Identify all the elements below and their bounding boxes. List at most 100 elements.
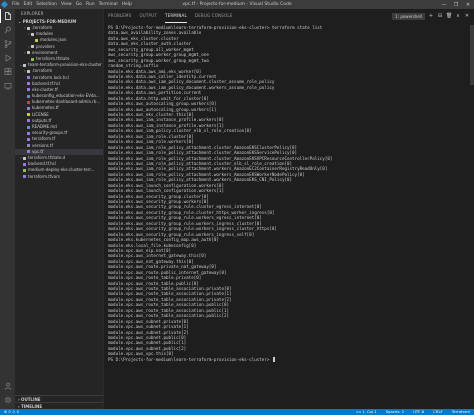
terminal-line-text: module.eks.aws_autoscaling_group.workers…	[108, 101, 217, 107]
file-icon	[27, 137, 30, 141]
terminal-line-text: PS D:\Projects-for-medium\learn-terrafor…	[108, 356, 272, 362]
scrollbar-thumb[interactable]	[470, 25, 474, 85]
terminal-line-text: aws_security_group.worker_group_mgmt_one	[108, 52, 209, 58]
file-icon	[27, 131, 30, 135]
account-icon[interactable]	[0, 379, 15, 393]
file-icon	[27, 76, 30, 80]
tab-output[interactable]: OUTPUT	[139, 9, 157, 23]
file-icon	[27, 82, 30, 86]
cursor-position[interactable]: Ln 1, Col 1	[356, 409, 376, 415]
file-icon	[27, 94, 30, 98]
extensions-icon[interactable]	[0, 65, 15, 79]
terminal-line-text: module.vpc.aws_route_table.private[0]	[108, 275, 202, 281]
terminal-line-text: module.vpc.aws_route_table_association.p…	[108, 313, 230, 319]
split-terminal-icon[interactable]: ⊟	[437, 13, 443, 19]
terminal-line-text: module.eks.aws_iam_role_policy_attachmen…	[108, 166, 328, 172]
file-icon	[27, 150, 30, 154]
new-terminal-icon[interactable]: +	[428, 13, 434, 19]
terminal-line-text: module.eks.aws_iam_policy.cluster_elb_sl…	[108, 128, 252, 134]
menu-edit[interactable]: Edit	[24, 0, 33, 9]
menu-terminal[interactable]: Terminal	[99, 0, 118, 9]
minimize-button[interactable]: —	[438, 0, 450, 9]
folder-icon	[27, 69, 30, 73]
maximize-button[interactable]: ❐	[450, 0, 462, 9]
files-icon[interactable]	[0, 9, 15, 23]
terminal-line-text: module.vpc.aws_route_table.public[0]	[108, 280, 199, 286]
terminal-line-text: module.vpc.aws_subnet.public[0]	[108, 334, 187, 340]
file-icon	[23, 175, 26, 179]
terminal-line-text: module.eks.aws_security_group_rule.clust…	[108, 204, 262, 210]
file-icon	[27, 88, 30, 92]
explorer-header: EXPLORER	[21, 11, 44, 16]
terminal-line-text: module.vpc.aws_vpc.this[0]	[108, 351, 174, 357]
terminal-line-text: module.eks.aws_iam_role_policy_attachmen…	[108, 160, 293, 166]
menu-view[interactable]: View	[61, 0, 72, 9]
terminal-line-text: module.eks.aws_launch_configuration.work…	[108, 182, 224, 188]
tree-item[interactable]: ⌄ team-terraform-provision-eks-cluster	[15, 62, 103, 68]
terminal-output[interactable]: PS D:\Projects-for-medium\learn-terrafor…	[108, 25, 468, 407]
maximize-panel-icon[interactable]: ∧	[455, 13, 461, 19]
file-icon	[27, 144, 30, 148]
terminal-line-text: module.eks.aws_iam_role_policy_attachmen…	[108, 155, 333, 161]
vscode-logo-icon	[0, 0, 9, 9]
terminal-line-text: module.eks.aws_security_group.cluster[0]	[108, 193, 209, 199]
menu-file[interactable]: File	[12, 0, 20, 9]
tab-terminal[interactable]: TERMINAL	[164, 9, 187, 23]
terminal-scrollbar[interactable]	[469, 25, 474, 407]
terminal-line-text: PS D:\Projects-for-medium\learn-terrafor…	[108, 25, 323, 30]
search-icon[interactable]	[0, 23, 15, 37]
terminal-line-text: module.vpc.aws_route_table_association.p…	[108, 286, 232, 291]
source-control-icon[interactable]	[0, 37, 15, 51]
tree-item[interactable]: terraform.tfvars	[15, 174, 103, 180]
file-icon	[23, 162, 26, 166]
terminal-line-text: module.eks.aws_security_group_rule.worke…	[108, 231, 255, 237]
terminal-line-text: module.eks.aws_security_group.workers[0]	[108, 199, 209, 204]
file-tree: › .terraform › modules modules.json › provider…	[15, 25, 103, 180]
folder-icon	[31, 32, 34, 36]
run-debug-icon[interactable]	[0, 51, 15, 65]
terminal-cursor	[272, 357, 276, 362]
terminal-line-text: module.eks.aws_launch_configuration.work…	[108, 188, 224, 194]
line-ending-status[interactable]: CRLF	[433, 409, 443, 415]
tab-problems[interactable]: PROBLEMS	[108, 9, 131, 23]
menu-go[interactable]: Go	[76, 0, 82, 9]
workspace-folder-header[interactable]: ⌄ PROJECTS-FOR-MEDIUM	[15, 18, 103, 25]
timeline-section[interactable]: › TIMELINE	[15, 402, 103, 409]
encoding-status[interactable]: UTF-8	[413, 409, 424, 415]
terminal-line-text: module.vpc.aws_subnet.private[1]	[108, 324, 189, 330]
terminal-line-text: module.vpc.aws_route_table_association.p…	[108, 307, 230, 313]
trash-icon[interactable]: 🗑	[446, 13, 452, 19]
window-controls: — ❐ ✕	[438, 0, 474, 9]
problems-status[interactable]: ⊗ 0 ⚠ 0	[4, 409, 19, 415]
outline-section[interactable]: › OUTLINE	[15, 395, 103, 402]
folder-icon	[23, 63, 26, 67]
terminal-selector[interactable]: 1: powershell	[392, 12, 425, 20]
workspace-folder-label: PROJECTS-FOR-MEDIUM	[22, 19, 77, 24]
status-right: Ln 1, Col 1 Spaces: 2 UTF-8 CRLF Terrafo…	[352, 409, 470, 415]
close-button[interactable]: ✕	[462, 0, 474, 9]
terminal-line-text: module.eks.data.aws_iam_policy_document.…	[108, 84, 275, 90]
terminal-line-text: aws_security_group.worker_group_mgmt_two	[108, 57, 209, 63]
menu-help[interactable]: Help	[122, 0, 132, 9]
folder-icon	[23, 156, 26, 160]
menu-bar: File Edit Selection View Go Run Terminal…	[12, 0, 132, 9]
menu-selection[interactable]: Selection	[36, 0, 57, 9]
terminal-line-text: module.eks.aws_eks_cluster.this[0]	[108, 112, 194, 117]
file-icon	[27, 107, 30, 111]
status-bar: ⊗ 0 ⚠ 0 Ln 1, Col 1 Spaces: 2 UTF-8 CRLF…	[0, 409, 474, 415]
tab-debug-console[interactable]: DEBUG CONSOLE	[195, 9, 233, 23]
folder-icon	[27, 26, 30, 30]
language-mode[interactable]: Terraform	[452, 409, 470, 415]
gear-icon[interactable]	[0, 393, 15, 407]
terminal-line-text: module.vpc.aws_route_table_association.p…	[108, 296, 232, 302]
terminal-line-text: module.vpc.aws_internet_gateway.this[0]	[108, 253, 207, 259]
menu-run[interactable]: Run	[86, 0, 95, 9]
indentation-status[interactable]: Spaces: 2	[386, 409, 404, 415]
terminal-line-text: data.aws_availability_zones.available	[108, 30, 202, 36]
remote-icon[interactable]	[0, 79, 15, 93]
terminal-line-text: module.eks.data.aws_ami.eks_worker[0]	[108, 68, 202, 74]
panel-tabs: PROBLEMS OUTPUT TERMINAL DEBUG CONSOLE 1…	[104, 9, 474, 23]
terminal-line-text: module.eks.aws_iam_instance_profile.work…	[108, 122, 224, 128]
close-panel-icon[interactable]: ✕	[464, 13, 470, 19]
terminal-line-text: module.eks.aws_security_group_rule.worke…	[108, 220, 262, 226]
